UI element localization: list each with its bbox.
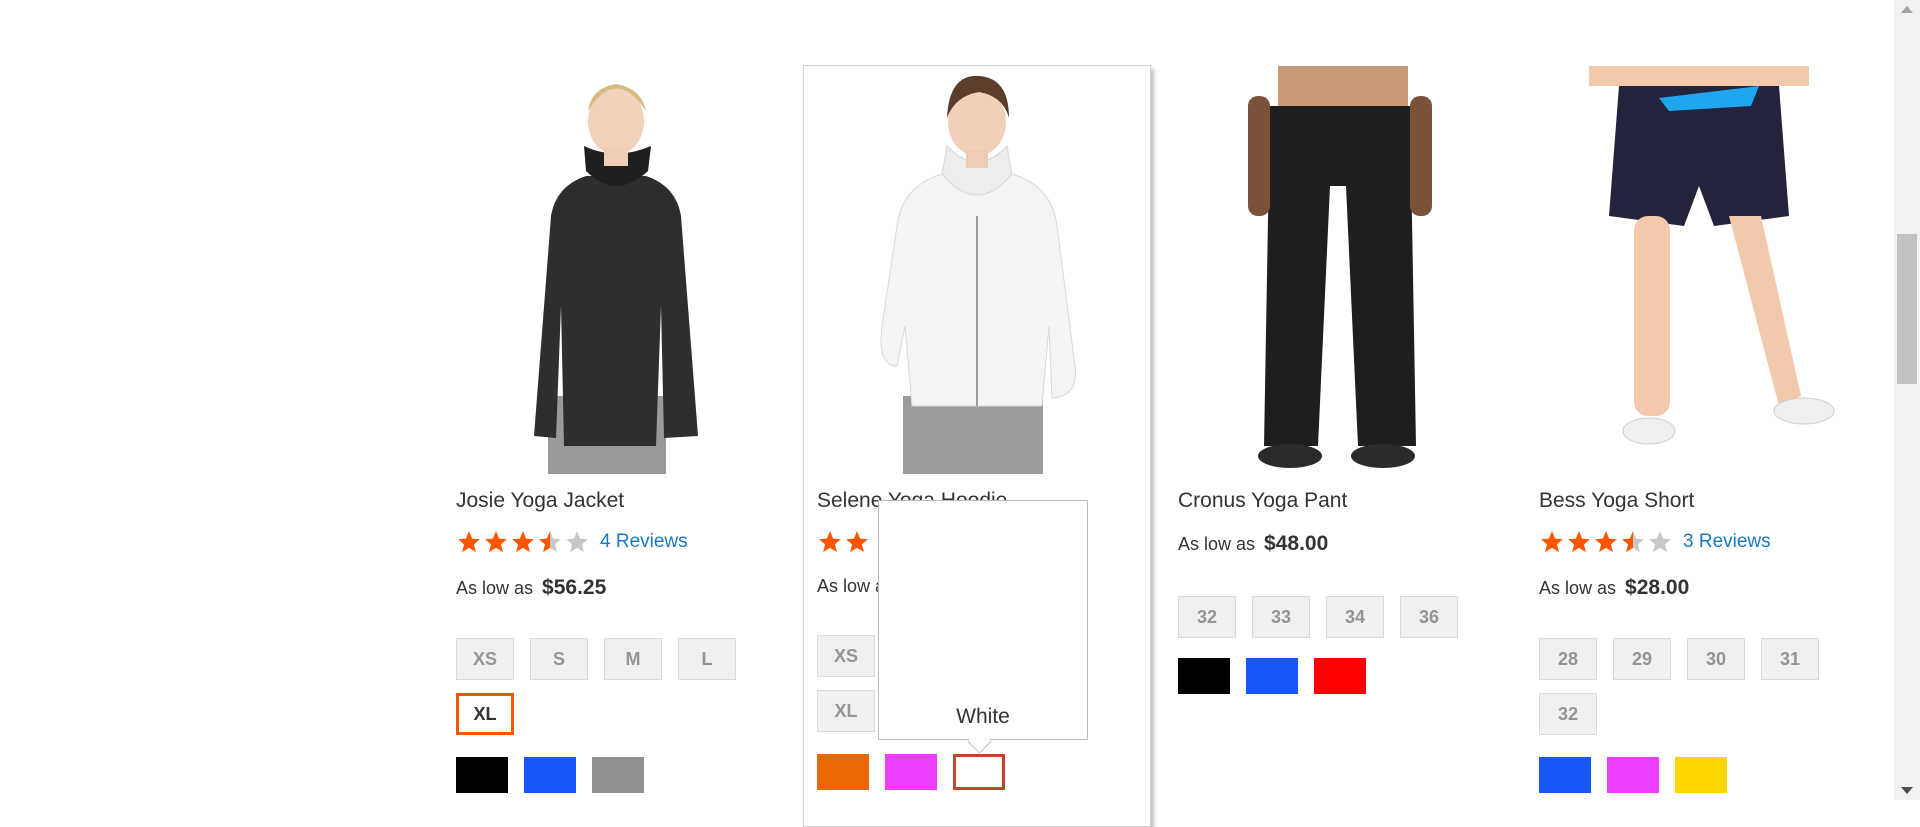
empty-star-icon (1649, 531, 1671, 552)
product-name[interactable]: Cronus Yoga Pant (1178, 488, 1498, 514)
size-option-32[interactable]: 32 (1178, 596, 1236, 638)
price-amount: $28.00 (1625, 576, 1690, 599)
color-swatch-black[interactable] (456, 757, 508, 793)
price-box: As low as $28.00 (1539, 576, 1859, 600)
tooltip-label: White (956, 705, 1010, 728)
star-icon (1541, 531, 1563, 552)
color-swatch-purple[interactable] (1607, 757, 1659, 793)
size-option-l[interactable]: L (678, 638, 736, 680)
price-amount: $56.25 (542, 576, 607, 599)
price-prefix: As low as (456, 578, 534, 598)
size-option-30[interactable]: 30 (1687, 638, 1745, 680)
color-swatch-white-selected[interactable] (953, 754, 1005, 790)
size-option-xs[interactable]: XS (817, 635, 875, 677)
size-options: 32 33 34 36 (1178, 596, 1498, 638)
product-image[interactable] (1539, 66, 1859, 474)
product-name[interactable]: Josie Yoga Jacket (456, 488, 776, 514)
size-option-29[interactable]: 29 (1613, 638, 1671, 680)
star-icon (458, 531, 480, 552)
star-icon (485, 531, 507, 552)
size-option-31[interactable]: 31 (1761, 638, 1819, 680)
product-image[interactable] (817, 66, 1137, 474)
color-options (817, 754, 1137, 790)
scroll-down-arrow-icon[interactable] (1901, 787, 1913, 794)
price-prefix: As low as (1539, 578, 1617, 598)
size-option-33[interactable]: 33 (1252, 596, 1310, 638)
rating-stars (456, 529, 590, 555)
star-icon (819, 531, 841, 552)
rating-stars (1539, 529, 1673, 555)
color-swatch-black[interactable] (1178, 658, 1230, 694)
size-options: 28 29 30 31 32 (1539, 638, 1859, 735)
color-swatch-blue[interactable] (1539, 757, 1591, 793)
vertical-scrollbar[interactable] (1894, 0, 1920, 800)
size-option-xs[interactable]: XS (456, 638, 514, 680)
price-prefix: As low as (1178, 534, 1256, 554)
size-option-xl-selected[interactable]: XL (456, 693, 514, 735)
rating-stars (817, 529, 870, 555)
color-swatch-blue[interactable] (524, 757, 576, 793)
swatch-tooltip: White (878, 500, 1088, 754)
scroll-up-arrow-icon[interactable] (1901, 6, 1913, 13)
color-swatch-yellow[interactable] (1675, 757, 1727, 793)
color-swatch-blue[interactable] (1246, 658, 1298, 694)
star-icon (1595, 531, 1617, 552)
reviews-link[interactable]: 4 Reviews (600, 531, 688, 553)
star-icon (512, 531, 534, 552)
product-card-josie-yoga-jacket: Josie Yoga Jacket 4 Reviews As low as $5… (456, 66, 776, 793)
price-box: As low as $48.00 (1178, 532, 1498, 556)
size-option-28[interactable]: 28 (1539, 638, 1597, 680)
star-icon (846, 531, 868, 552)
color-swatch-orange[interactable] (817, 754, 869, 790)
product-name[interactable]: Bess Yoga Short (1539, 488, 1859, 514)
color-options (1539, 757, 1859, 793)
size-option-xl[interactable]: XL (817, 690, 875, 732)
product-card-bess-yoga-short: Bess Yoga Short 3 Reviews As low as $28.… (1539, 66, 1859, 793)
product-image[interactable] (456, 66, 776, 474)
reviews-link[interactable]: 3 Reviews (1683, 531, 1771, 553)
color-swatch-purple[interactable] (885, 754, 937, 790)
color-options (1178, 658, 1498, 694)
size-option-s[interactable]: S (530, 638, 588, 680)
size-option-32[interactable]: 32 (1539, 693, 1597, 735)
color-options (456, 757, 776, 793)
product-card-cronus-yoga-pant: Cronus Yoga Pant As low as $48.00 32 33 … (1178, 66, 1498, 694)
color-swatch-gray[interactable] (592, 757, 644, 793)
size-option-36[interactable]: 36 (1400, 596, 1458, 638)
empty-star-icon (566, 531, 588, 552)
size-option-34[interactable]: 34 (1326, 596, 1384, 638)
price-amount: $48.00 (1264, 532, 1329, 555)
color-swatch-red[interactable] (1314, 658, 1366, 694)
price-box: As low as $56.25 (456, 576, 776, 600)
rating: 3 Reviews (1539, 528, 1859, 556)
product-image[interactable] (1178, 66, 1498, 474)
rating: 4 Reviews (456, 528, 776, 556)
size-options: XS S M L XL (456, 638, 776, 735)
half-star-icon (539, 531, 561, 552)
star-icon (1568, 531, 1590, 552)
size-option-m[interactable]: M (604, 638, 662, 680)
scrollbar-thumb[interactable] (1897, 234, 1917, 384)
half-star-icon (1622, 531, 1644, 552)
